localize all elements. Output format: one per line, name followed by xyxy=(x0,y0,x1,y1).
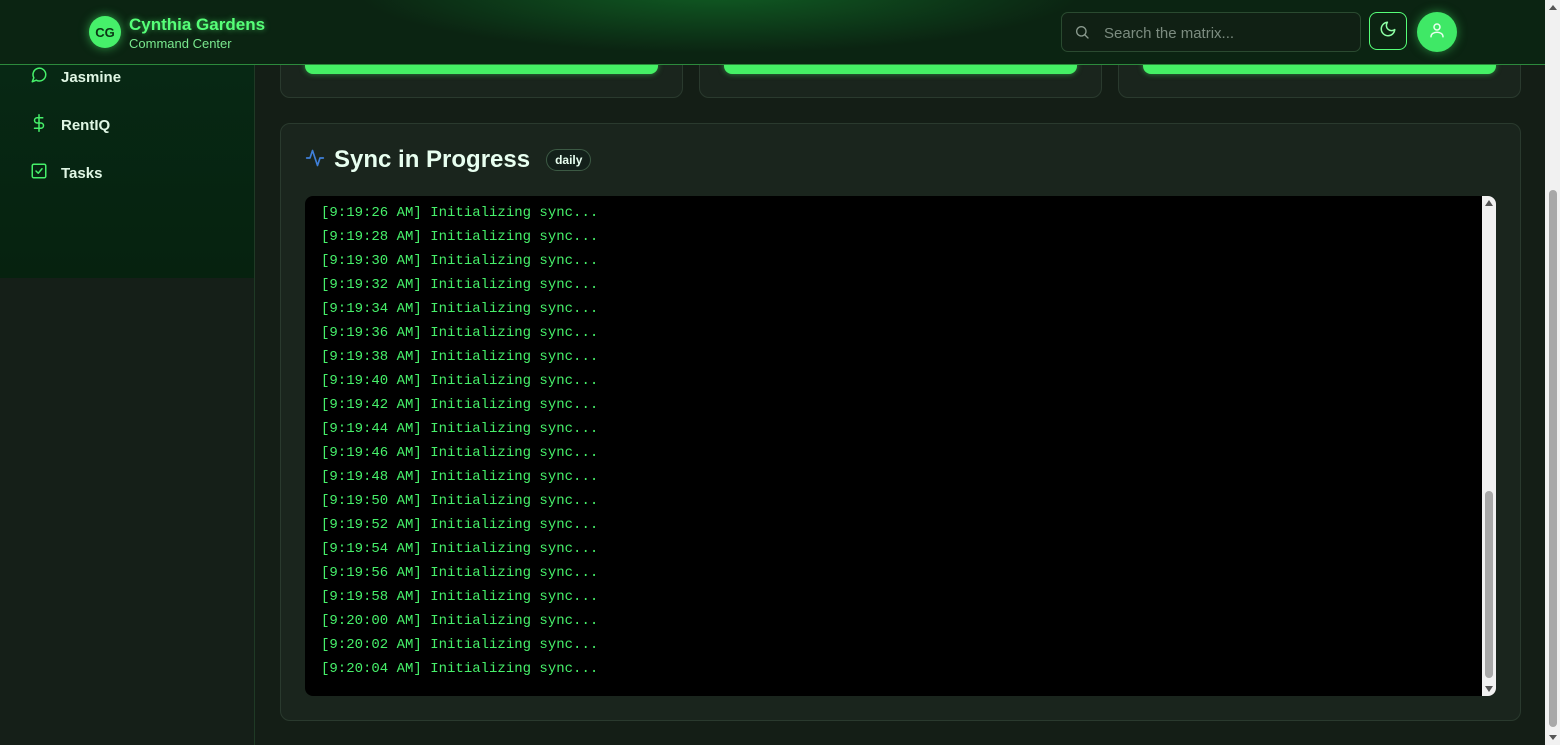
sidebar-item-label: Tasks xyxy=(61,164,103,182)
page-scroll-up-arrow[interactable] xyxy=(1549,5,1557,10)
log-line: [9:19:46 AM] Initializing sync... xyxy=(321,445,599,461)
log-line: [9:19:52 AM] Initializing sync... xyxy=(321,517,599,533)
sidebar: Jasmine RentIQ Tasks xyxy=(0,64,255,278)
sidebar-item-jasmine[interactable]: Jasmine xyxy=(30,66,121,88)
moon-icon xyxy=(1379,20,1397,43)
user-menu-button[interactable] xyxy=(1417,12,1457,52)
log-line: [9:19:58 AM] Initializing sync... xyxy=(321,589,599,605)
dollar-icon xyxy=(30,114,48,136)
log-line: [9:19:30 AM] Initializing sync... xyxy=(321,253,599,269)
log-line: [9:19:44 AM] Initializing sync... xyxy=(321,421,599,437)
page-scroll-thumb[interactable] xyxy=(1549,190,1557,727)
log-line: [9:19:36 AM] Initializing sync... xyxy=(321,325,599,341)
log-line: [9:19:40 AM] Initializing sync... xyxy=(321,373,599,389)
sync-header: Sync in Progress daily xyxy=(305,146,592,174)
log-line: [9:19:56 AM] Initializing sync... xyxy=(321,565,599,581)
log-line: [9:19:26 AM] Initializing sync... xyxy=(321,205,599,221)
log-line: [9:19:42 AM] Initializing sync... xyxy=(321,397,599,413)
log-list: [9:19:26 AM] Initializing sync... [9:19:2… xyxy=(321,201,598,681)
page-scrollbar[interactable] xyxy=(1545,0,1560,745)
search-box[interactable] xyxy=(1061,12,1361,53)
page-scroll-down-arrow[interactable] xyxy=(1549,735,1557,740)
search-input[interactable] xyxy=(1102,13,1356,53)
theme-toggle-button[interactable] xyxy=(1369,12,1407,50)
sync-panel: Sync in Progress daily [9:19:26 AM] Init… xyxy=(280,123,1521,721)
sidebar-item-rentiq[interactable]: RentIQ xyxy=(30,114,110,136)
log-line: [9:20:04 AM] Initializing sync... xyxy=(321,661,599,677)
brand-title: Cynthia Gardens xyxy=(129,15,266,34)
sidebar-item-tasks[interactable]: Tasks xyxy=(30,162,102,184)
log-line: [9:19:54 AM] Initializing sync... xyxy=(321,541,599,557)
sync-log-console[interactable]: [9:19:26 AM] Initializing sync... [9:19:2… xyxy=(305,196,1496,696)
sidebar-footer-area xyxy=(0,278,255,745)
log-line: [9:20:02 AM] Initializing sync... xyxy=(321,637,599,653)
brand-subtitle: Command Center xyxy=(129,36,232,51)
chat-bubble-icon xyxy=(30,66,48,88)
frequency-badge: daily xyxy=(546,149,592,171)
activity-icon xyxy=(305,148,325,173)
sidebar-item-label: Jasmine xyxy=(61,68,122,86)
scroll-down-arrow[interactable] xyxy=(1485,686,1493,692)
log-line: [9:19:32 AM] Initializing sync... xyxy=(321,277,599,293)
checkbox-icon xyxy=(30,162,48,184)
sidebar-item-label: RentIQ xyxy=(61,116,111,134)
log-line: [9:19:38 AM] Initializing sync... xyxy=(321,349,599,365)
top-header: CG Cynthia Gardens Command Center xyxy=(0,0,1545,65)
logo-avatar: CG xyxy=(89,16,121,48)
console-scrollbar[interactable] xyxy=(1482,196,1496,696)
sync-title: Sync in Progress xyxy=(334,146,531,173)
log-line: [9:19:48 AM] Initializing sync... xyxy=(321,469,599,485)
log-line: [9:20:00 AM] Initializing sync... xyxy=(321,613,599,629)
user-icon xyxy=(1428,21,1446,44)
search-icon xyxy=(1074,24,1090,45)
log-line: [9:19:34 AM] Initializing sync... xyxy=(321,301,599,317)
console-scroll-thumb[interactable] xyxy=(1485,491,1493,678)
log-line: [9:19:28 AM] Initializing sync... xyxy=(321,229,599,245)
scroll-up-arrow[interactable] xyxy=(1485,200,1493,206)
log-line: [9:19:50 AM] Initializing sync... xyxy=(321,493,599,509)
